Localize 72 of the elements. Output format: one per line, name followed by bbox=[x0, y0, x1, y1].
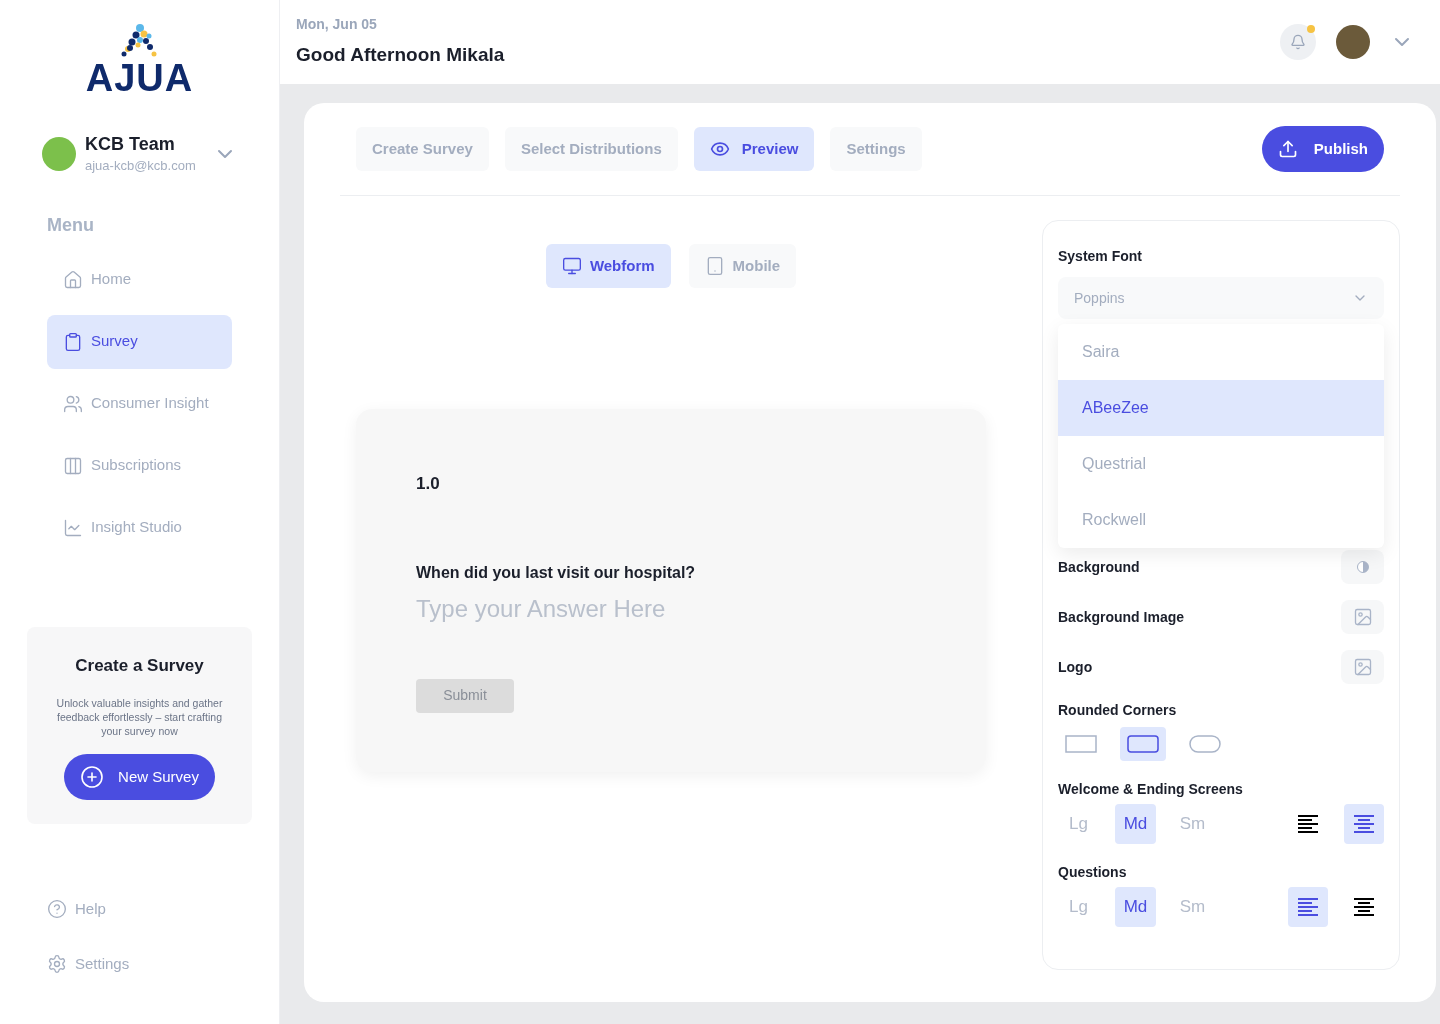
line-chart-icon bbox=[63, 517, 83, 538]
new-survey-button[interactable]: New Survey bbox=[64, 754, 215, 800]
team-email: ajua-kcb@kcb.com bbox=[85, 157, 196, 175]
sidebar-footer-link[interactable]: Help bbox=[47, 898, 232, 921]
answer-field[interactable]: Type your Answer Here bbox=[416, 590, 926, 627]
image-icon bbox=[1352, 607, 1373, 627]
menu-item[interactable]: Insight Studio bbox=[47, 500, 232, 555]
image-upload-button[interactable] bbox=[1341, 650, 1384, 684]
clipboard-icon bbox=[63, 331, 83, 352]
font-select[interactable]: Poppins bbox=[1058, 277, 1384, 319]
home-icon bbox=[63, 269, 83, 290]
menu-heading: Menu bbox=[47, 213, 95, 237]
setting-label: Background Image bbox=[1058, 607, 1185, 627]
size-option[interactable]: Sm bbox=[1172, 887, 1213, 927]
font-option[interactable]: Questrial bbox=[1058, 436, 1384, 492]
team-avatar bbox=[42, 136, 76, 171]
image-icon bbox=[1352, 657, 1373, 677]
sidebar-footer-link[interactable]: Settings bbox=[47, 952, 232, 975]
view-toggle[interactable]: Mobile bbox=[688, 244, 797, 288]
users-icon bbox=[63, 393, 83, 414]
step-tab[interactable]: Preview bbox=[693, 127, 815, 171]
view-toggle[interactable]: Webform bbox=[545, 244, 671, 288]
size-option[interactable]: Lg bbox=[1058, 804, 1099, 844]
size-option[interactable]: Sm bbox=[1172, 804, 1213, 844]
brand-logo-text: AJUA bbox=[85, 58, 194, 98]
menu-item[interactable]: Home bbox=[47, 252, 232, 307]
square-corner-icon bbox=[1065, 735, 1097, 753]
step-tab[interactable]: Select Distributions bbox=[504, 127, 678, 171]
eye-icon bbox=[709, 139, 730, 159]
monitor-icon bbox=[561, 256, 582, 276]
bell-icon bbox=[1290, 34, 1306, 50]
menu-item[interactable]: Survey bbox=[47, 314, 232, 369]
setting-label: Logo bbox=[1058, 657, 1093, 677]
greeting-text: Good Afternoon Mikala bbox=[296, 43, 505, 68]
rounded-corner-icon bbox=[1127, 735, 1159, 753]
team-name: KCB Team bbox=[85, 133, 176, 156]
notification-button[interactable] bbox=[1280, 24, 1316, 60]
settings-icon bbox=[47, 953, 67, 974]
size-option[interactable]: Md bbox=[1115, 804, 1156, 844]
pill-corner-icon bbox=[1189, 735, 1221, 753]
help-icon bbox=[47, 899, 67, 920]
rounded-corners-label: Rounded Corners bbox=[1058, 701, 1178, 720]
question-number: 1.0 bbox=[416, 473, 440, 495]
menu-item[interactable]: Consumer Insight bbox=[47, 376, 232, 431]
font-option[interactable]: ABeeZee bbox=[1058, 380, 1384, 436]
user-avatar[interactable] bbox=[1336, 25, 1370, 59]
step-tab[interactable]: Create Survey bbox=[356, 127, 489, 171]
step-tab[interactable]: Settings bbox=[830, 127, 922, 171]
promo-title: Create a Survey bbox=[75, 654, 204, 677]
question-text: When did you last visit our hospital? bbox=[416, 562, 696, 583]
system-font-label: System Font bbox=[1058, 247, 1143, 266]
setting-label: Background bbox=[1058, 557, 1140, 577]
font-option[interactable]: Rockwell bbox=[1058, 492, 1384, 548]
section-label: Welcome & Ending Screens bbox=[1058, 780, 1244, 799]
align-center-icon bbox=[1354, 815, 1374, 833]
color-picker-button[interactable] bbox=[1341, 550, 1384, 584]
date-text: Mon, Jun 05 bbox=[296, 15, 378, 35]
align-left-icon bbox=[1298, 898, 1318, 916]
align-left-icon bbox=[1298, 815, 1318, 833]
upload-icon bbox=[1277, 139, 1298, 159]
promo-text: Unlock valuable insights and gather feedback effortlessly – start crafting your survey now bbox=[55, 696, 224, 738]
font-option[interactable]: Saira bbox=[1058, 324, 1384, 380]
align-center-icon bbox=[1354, 898, 1374, 916]
plus-circle-icon bbox=[80, 765, 105, 789]
image-upload-button[interactable] bbox=[1341, 600, 1384, 634]
size-option[interactable]: Md bbox=[1115, 887, 1156, 927]
section-label: Questions bbox=[1058, 863, 1128, 882]
menu-item[interactable]: Subscriptions bbox=[47, 438, 232, 493]
corner-option[interactable] bbox=[1120, 727, 1166, 761]
publish-button[interactable]: Publish bbox=[1261, 126, 1384, 172]
columns-icon bbox=[63, 455, 83, 476]
size-option[interactable]: Lg bbox=[1058, 887, 1099, 927]
